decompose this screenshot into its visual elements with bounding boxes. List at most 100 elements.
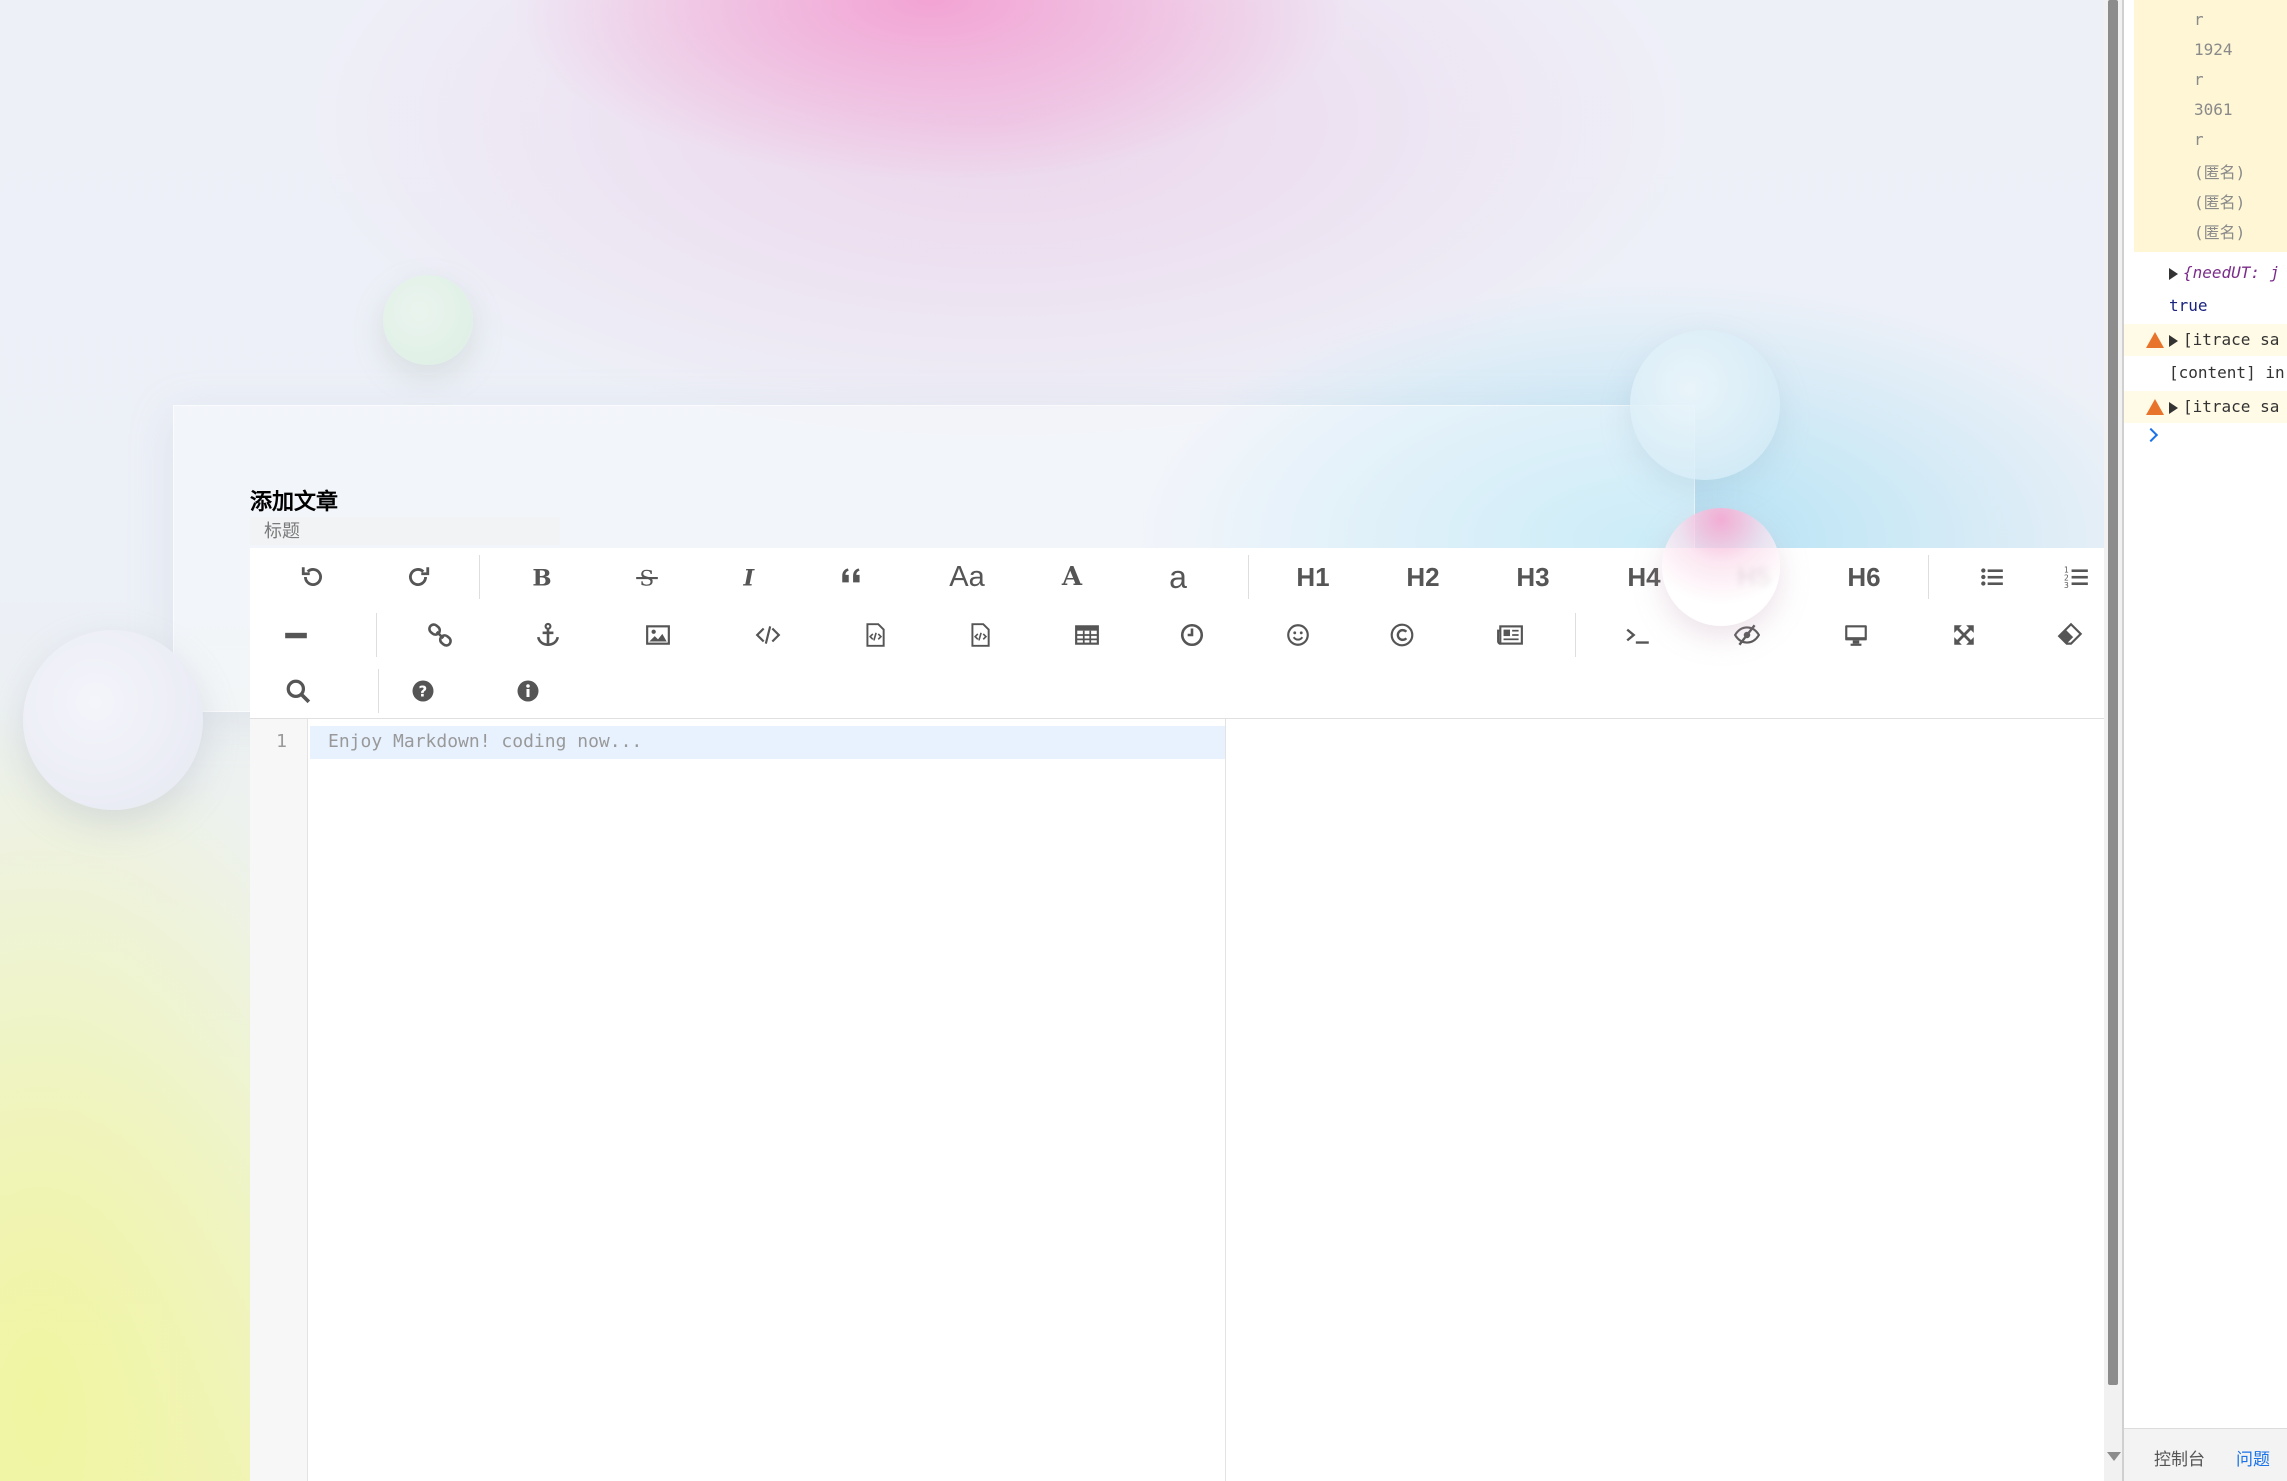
markdown-editor: B S I Aa A a H1 H2 H3 H4 H5 H6: [250, 548, 2104, 1481]
image-icon: [646, 625, 670, 645]
stack-line: r: [2194, 10, 2204, 29]
devtools-drawer-tabs: 控制台 问题: [2124, 1428, 2287, 1481]
decorative-bubble: [1630, 330, 1780, 480]
decorative-bubble: [1662, 508, 1780, 626]
redo-icon: [409, 567, 430, 586]
h1-button[interactable]: H1: [1283, 553, 1343, 601]
decorative-bubble: [23, 630, 203, 810]
lowercase-button[interactable]: a: [1148, 553, 1208, 601]
stack-line[interactable]: 3061: [2194, 100, 2233, 119]
console-warning[interactable]: [itrace sa: [2124, 324, 2287, 356]
horizontal-rule-button[interactable]: [266, 611, 326, 659]
italic-button[interactable]: I: [720, 553, 780, 601]
svg-text:3: 3: [2064, 581, 2069, 590]
svg-text:?: ?: [419, 683, 428, 701]
stack-line: (匿名): [2194, 163, 2246, 182]
title-input[interactable]: [250, 517, 560, 545]
inline-code-button[interactable]: [738, 611, 798, 659]
svg-text:I: I: [743, 566, 756, 590]
table-button[interactable]: [1057, 611, 1117, 659]
file-code-icon: [971, 623, 990, 647]
h3-button[interactable]: H3: [1503, 553, 1563, 601]
file-code-icon: [866, 623, 885, 647]
code-block-button[interactable]: [845, 611, 905, 659]
preformatted-button[interactable]: [950, 611, 1010, 659]
stack-line[interactable]: 1924: [2194, 40, 2233, 59]
stack-line: (匿名): [2194, 223, 2246, 242]
warning-icon: [2146, 332, 2164, 348]
bold-icon: B: [532, 566, 551, 590]
markdown-preview-pane: [1226, 719, 2104, 1481]
list-ol-icon: 123: [2064, 566, 2088, 590]
h6-button[interactable]: H6: [1834, 553, 1894, 601]
info-button[interactable]: [498, 667, 558, 715]
image-button[interactable]: [628, 611, 688, 659]
decorative-bubble: [383, 275, 473, 365]
search-button[interactable]: [268, 667, 328, 715]
svg-text:B: B: [532, 566, 551, 590]
clear-button[interactable]: [2041, 611, 2101, 659]
console-prompt-icon[interactable]: [2143, 427, 2159, 443]
anchor-button[interactable]: [518, 611, 578, 659]
eraser-icon: [2057, 622, 2083, 645]
undo-button[interactable]: [283, 553, 343, 601]
link-button[interactable]: [410, 611, 470, 659]
h2-button[interactable]: H2: [1393, 553, 1453, 601]
editor-toolbar: B S I Aa A a H1 H2 H3 H4 H5 H6: [250, 548, 2104, 719]
warning-icon: [2146, 399, 2164, 415]
strikethrough-icon: S: [636, 567, 658, 590]
stack-line: r: [2194, 130, 2204, 149]
stack-line: (匿名): [2194, 193, 2246, 212]
copyright-icon: [1390, 623, 1414, 647]
editor-placeholder: Enjoy Markdown! coding now...: [328, 731, 643, 752]
clock-icon: [1180, 623, 1204, 647]
ordered-list-button[interactable]: 123: [2064, 553, 2104, 601]
uppercase-button[interactable]: Aa: [937, 553, 997, 601]
stack-line: r: [2194, 70, 2204, 89]
markdown-input-area[interactable]: Enjoy Markdown! coding now...: [308, 719, 1226, 1481]
strikethrough-button[interactable]: S: [617, 553, 677, 601]
bold-button[interactable]: B: [511, 553, 571, 601]
fullscreen-button[interactable]: [1934, 611, 1994, 659]
eye-slash-icon: [1734, 624, 1760, 646]
expand-triangle-icon[interactable]: [2169, 401, 2178, 414]
help-button[interactable]: ?: [393, 667, 453, 715]
redo-button[interactable]: [388, 553, 448, 601]
search-icon: [286, 679, 311, 704]
datetime-button[interactable]: [1162, 611, 1222, 659]
undo-icon: [301, 567, 322, 586]
html-entities-button[interactable]: [1372, 611, 1432, 659]
console-warning[interactable]: [itrace sa: [2124, 391, 2287, 423]
italic-icon: I: [743, 566, 756, 590]
tab-issues[interactable]: 问题: [2236, 1445, 2270, 1470]
preview-button[interactable]: [1826, 611, 1886, 659]
tab-console[interactable]: 控制台: [2154, 1445, 2205, 1470]
expand-triangle-icon[interactable]: [2169, 267, 2178, 280]
console-log-line: [content] in: [2169, 363, 2285, 382]
unordered-list-button[interactable]: [1962, 553, 2022, 601]
scrollbar-thumb[interactable]: [2108, 0, 2118, 1385]
scroll-down-arrow-icon[interactable]: [2107, 1452, 2121, 1461]
table-icon: [1075, 625, 1099, 645]
terminal-icon: [1626, 628, 1649, 644]
emoji-button[interactable]: [1268, 611, 1328, 659]
quote-button[interactable]: [822, 553, 882, 601]
devtools-console-panel: r 1924 r 3061 r (匿名) (匿名) (匿名) {needUT: …: [2122, 0, 2287, 1481]
line-number-gutter: 1: [250, 719, 308, 1481]
goto-line-button[interactable]: [1608, 611, 1668, 659]
line-number: 1: [276, 731, 287, 752]
console-object-preview[interactable]: {needUT: j: [2169, 263, 2279, 282]
expand-triangle-icon[interactable]: [2169, 334, 2178, 347]
first-uppercase-button[interactable]: A: [1042, 553, 1102, 601]
page-title: 添加文章: [250, 490, 339, 515]
stack-trace-block: r 1924 r 3061 r (匿名) (匿名) (匿名): [2134, 0, 2287, 252]
quote-icon: [842, 568, 860, 583]
toolbar-divider: [1248, 555, 1249, 599]
newspaper-icon: [1497, 625, 1523, 645]
page-scrollbar[interactable]: [2104, 0, 2122, 1481]
code-icon: [755, 626, 781, 644]
link-icon: [428, 623, 452, 647]
question-circle-icon: ?: [412, 680, 434, 702]
smile-icon: [1287, 624, 1309, 646]
pagebreak-button[interactable]: [1480, 611, 1540, 659]
